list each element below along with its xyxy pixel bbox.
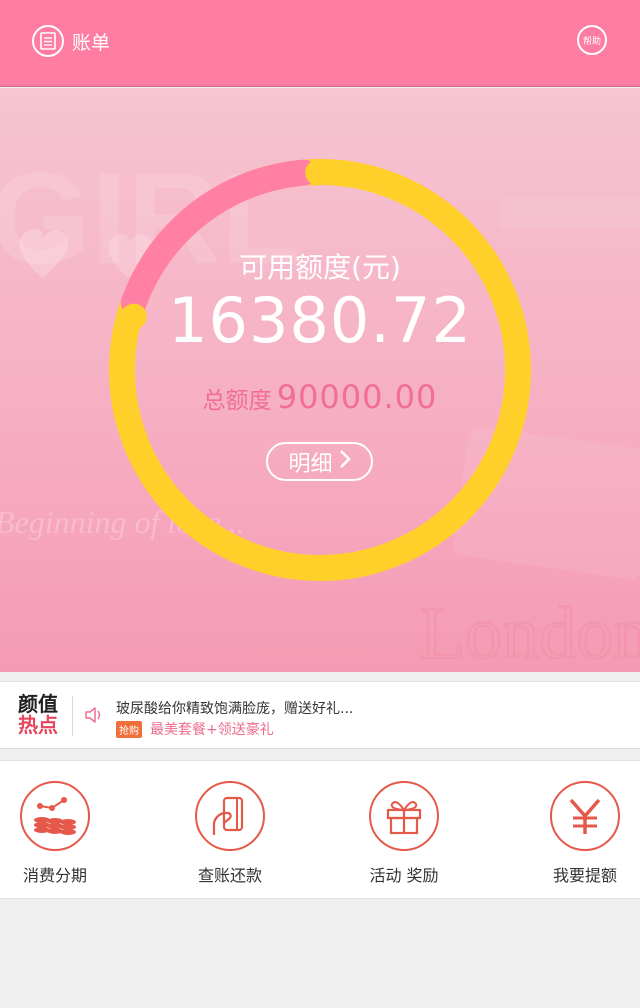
bill-icon bbox=[32, 25, 64, 57]
menu-item-activity-rewards[interactable]: 活动 奖励 bbox=[334, 761, 474, 900]
chevron-right-icon bbox=[339, 449, 351, 475]
bill-label: 账单 bbox=[72, 31, 111, 54]
gift-icon bbox=[369, 781, 439, 851]
bill-button[interactable]: 账单 bbox=[32, 24, 110, 58]
menu-label-bill-repayment: 查账还款 bbox=[197, 866, 262, 885]
hot-news-title: 玻尿酸给你精致饱满脸庞，赠送好礼... bbox=[116, 701, 354, 717]
total-credit-label: 总额度 bbox=[202, 388, 272, 414]
menu-label-raise-limit: 我要提额 bbox=[552, 866, 617, 885]
coins-chart-icon bbox=[20, 781, 90, 851]
menu-label-installment: 消费分期 bbox=[22, 866, 87, 885]
detail-label: 明细 bbox=[288, 451, 333, 477]
available-credit-label: 可用额度(元) bbox=[239, 251, 401, 284]
service-menu: 消费分期 查账还款 活动 奖励 我要提额 bbox=[0, 760, 640, 899]
detail-button[interactable]: 明细 bbox=[266, 442, 373, 481]
hot-news-subtitle: 最美套餐+领送豪礼 bbox=[150, 722, 274, 738]
available-credit-amount: 16380.72 bbox=[168, 284, 472, 357]
hot-news-logo: 颜值 热点 bbox=[18, 694, 58, 736]
menu-item-raise-limit[interactable]: 我要提额 bbox=[515, 761, 640, 900]
flash-sale-badge: 抢购 bbox=[116, 720, 142, 738]
beauty-hot-news-bar[interactable]: 颜值 热点 玻尿酸给你精致饱满脸庞，赠送好礼... 抢购 最美套餐+领送豪礼 bbox=[0, 681, 640, 749]
menu-label-activity-rewards: 活动 奖励 bbox=[369, 866, 439, 885]
total-credit-amount: 90000.00 bbox=[276, 378, 438, 416]
menu-item-bill-repayment[interactable]: 查账还款 bbox=[160, 761, 300, 900]
menu-item-installment[interactable]: 消费分期 bbox=[0, 761, 125, 900]
hot-news-subline: 抢购 最美套餐+领送豪礼 bbox=[116, 719, 274, 739]
total-credit-row: 总额度 90000.00 bbox=[0, 378, 640, 416]
help-button[interactable]: 帮助 bbox=[577, 25, 607, 55]
yen-icon bbox=[550, 781, 620, 851]
divider bbox=[72, 696, 73, 736]
credit-hero: GIRL Beginning of love... London 可用额度(元)… bbox=[0, 88, 640, 672]
speaker-icon bbox=[84, 706, 104, 728]
top-nav-bar: 账单 帮助 bbox=[0, 0, 640, 87]
hot-logo-line1: 颜值 bbox=[18, 692, 58, 716]
ring-cap-start bbox=[305, 159, 332, 186]
hot-logo-line2: 热点 bbox=[18, 713, 58, 737]
phone-hand-icon bbox=[195, 781, 265, 851]
